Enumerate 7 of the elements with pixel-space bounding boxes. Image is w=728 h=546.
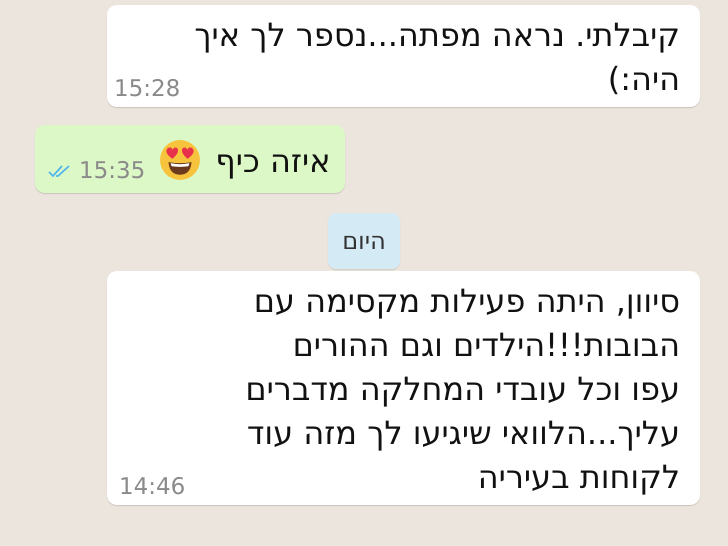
message-time: 14:46 (119, 475, 186, 499)
date-chip: היום (328, 213, 400, 269)
message-time: 15:28 (114, 77, 180, 101)
message-text: קיבלתי. נראה מפתה...נספר לך איך היה:) (194, 15, 680, 100)
message-text: סיוון, היתה פעילות מקסימה עם הבובות!!!הילדים וגם ההורים עפו וכל עובדי המחלקה מדברים עליך...הלוואי שיגיעו לך מזה עוד לקוחות בעיריה (244, 281, 680, 498)
message-text: איזה כיף (215, 141, 331, 182)
message-time: 15:35 (79, 159, 146, 183)
